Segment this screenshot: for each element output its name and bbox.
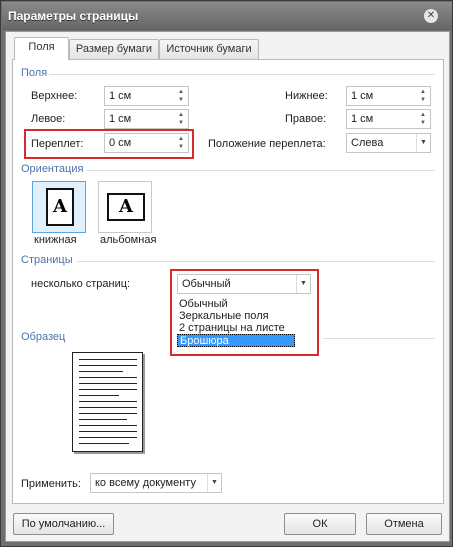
left-margin-spinner[interactable]: 1 см ▲ ▼ [104,109,189,129]
orientation-group-divider [87,170,435,171]
up-arrow-icon[interactable]: ▲ [417,88,429,96]
right-margin-spinner[interactable]: 1 см ▲ ▼ [346,109,431,129]
landscape-page-icon: A [107,193,145,221]
down-arrow-icon[interactable]: ▼ [417,119,429,127]
bottom-margin-value: 1 см [351,90,374,102]
preview-text-line [79,431,137,432]
top-margin-spinner[interactable]: 1 см ▲ ▼ [104,86,189,106]
preview-text-line [79,419,127,420]
bottom-margin-label: Нижнее: [285,90,328,102]
margins-group-divider [49,74,435,75]
window-title: Параметры страницы [8,9,139,23]
preview-text-line [79,437,137,438]
portrait-orientation-button[interactable]: A [32,181,86,233]
chevron-down-icon[interactable]: ▼ [207,474,221,492]
landscape-label: альбомная [100,234,157,246]
down-arrow-icon[interactable]: ▼ [175,119,187,127]
orientation-group-title: Ориентация [21,163,84,175]
chevron-down-icon[interactable]: ▼ [416,134,430,152]
gutter-position-value: Слева [351,137,384,149]
page-setup-dialog: Параметры страницы ✕ Поля Размер бумаги … [0,0,453,547]
preview-group-title: Образец [21,331,66,343]
pages-highlight-box [170,269,319,356]
title-bar: Параметры страницы ✕ [2,2,452,30]
apply-to-value: ко всему документу [95,477,196,489]
preview-text-line [79,383,137,384]
right-margin-value: 1 см [351,113,374,125]
spinner-arrows[interactable]: ▲ ▼ [417,111,429,127]
tab-paper-size[interactable]: Размер бумаги [69,39,159,59]
preview-text-line [79,443,129,444]
page-preview [72,352,143,452]
multiple-pages-label: несколько страниц: [31,278,131,290]
up-arrow-icon[interactable]: ▲ [175,111,187,119]
pages-group-divider [77,261,435,262]
preview-text-line [79,389,137,390]
apply-to-label: Применить: [21,478,81,490]
preview-text-line [79,377,137,378]
bottom-margin-spinner[interactable]: 1 см ▲ ▼ [346,86,431,106]
portrait-label: книжная [34,234,77,246]
tab-paper-source[interactable]: Источник бумаги [159,39,259,59]
gutter-position-label: Положение переплета: [208,138,326,150]
portrait-page-icon: A [46,188,74,226]
gutter-highlight-box [24,129,194,159]
preview-group-divider [323,338,435,339]
down-arrow-icon[interactable]: ▼ [175,96,187,104]
margins-group-title: Поля [21,67,48,79]
preview-text-line [79,395,119,396]
right-margin-label: Правое: [285,113,327,125]
left-margin-label: Левое: [31,113,66,125]
down-arrow-icon[interactable]: ▼ [417,96,429,104]
close-icon[interactable]: ✕ [424,9,438,23]
pages-group-title: Страницы [21,254,73,266]
set-default-button[interactable]: По умолчанию... [13,513,114,535]
tab-margins[interactable]: Поля [14,37,69,60]
cancel-button[interactable]: Отмена [366,513,442,535]
apply-to-select[interactable]: ко всему документу ▼ [90,473,222,493]
preview-text-line [79,425,137,426]
spinner-arrows[interactable]: ▲ ▼ [175,111,187,127]
landscape-orientation-button[interactable]: A [98,181,152,233]
preview-text-line [79,407,137,408]
top-margin-label: Верхнее: [31,90,78,102]
left-margin-value: 1 см [109,113,132,125]
up-arrow-icon[interactable]: ▲ [175,88,187,96]
preview-text-line [79,365,137,366]
spinner-arrows[interactable]: ▲ ▼ [417,88,429,104]
preview-text-line [79,359,137,360]
preview-text-line [79,371,123,372]
gutter-position-select[interactable]: Слева ▼ [346,133,431,153]
ok-button[interactable]: ОК [284,513,356,535]
preview-text-line [79,413,137,414]
preview-text-line [79,401,137,402]
top-margin-value: 1 см [109,90,132,102]
spinner-arrows[interactable]: ▲ ▼ [175,88,187,104]
up-arrow-icon[interactable]: ▲ [417,111,429,119]
